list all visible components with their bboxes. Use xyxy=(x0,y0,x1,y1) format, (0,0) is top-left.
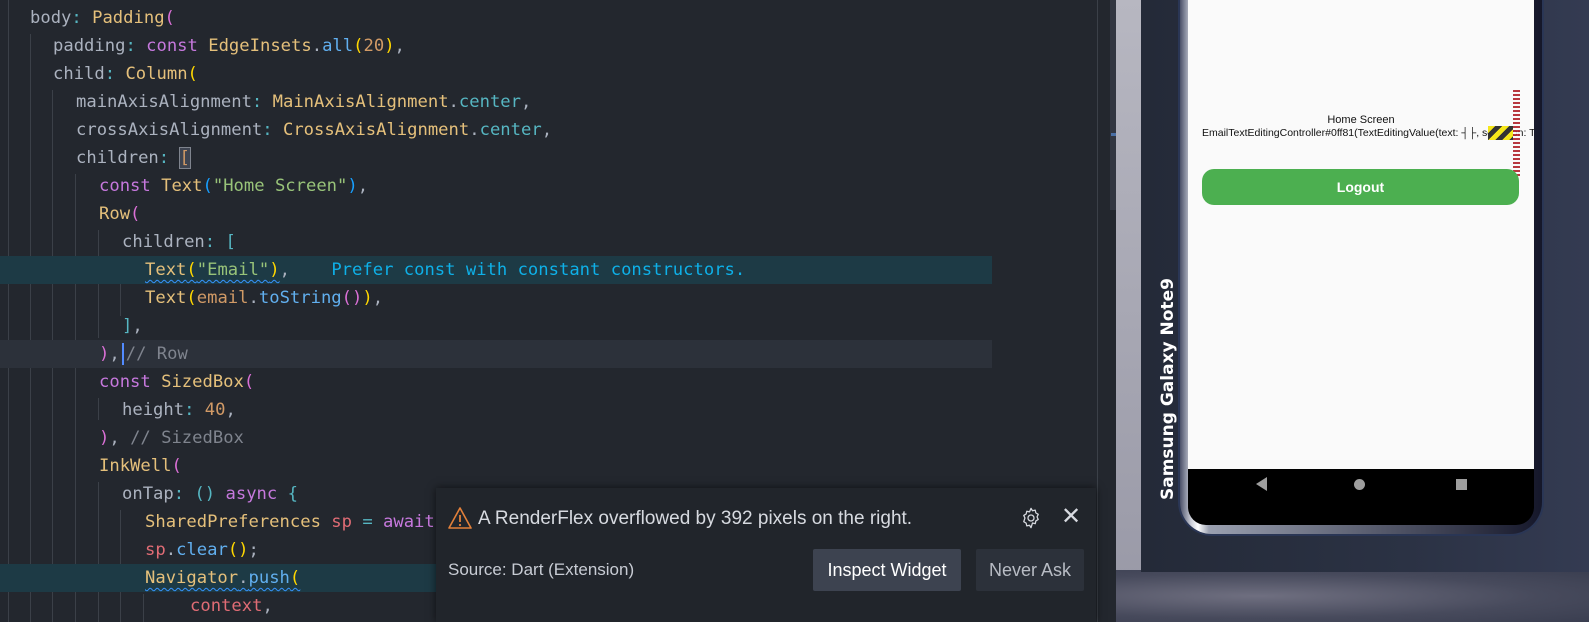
code-line[interactable]: ), // SizedBox xyxy=(0,424,1097,452)
code-line[interactable]: mainAxisAlignment: MainAxisAlignment.cen… xyxy=(0,88,1097,116)
close-icon[interactable]: ✕ xyxy=(1059,505,1083,529)
back-icon[interactable] xyxy=(1256,477,1267,491)
notification-source: Source: Dart (Extension) xyxy=(448,560,635,579)
email-row-text: EmailTextEditingController#0ff81(TextEdi… xyxy=(1202,127,1534,139)
code-line[interactable]: crossAxisAlignment: CrossAxisAlignment.c… xyxy=(0,116,1097,144)
inline-lint-hint: Prefer const with constant constructors. xyxy=(331,260,746,280)
text-cursor xyxy=(121,343,124,365)
notification-message: A RenderFlex overflowed by 392 pixels on… xyxy=(478,508,913,529)
code-line[interactable]: InkWell( xyxy=(0,452,1097,480)
logout-button[interactable]: Logout xyxy=(1202,169,1519,205)
recent-apps-icon[interactable] xyxy=(1456,479,1467,490)
code-line-current[interactable]: ),// Row xyxy=(0,340,992,368)
gear-icon[interactable] xyxy=(1020,507,1042,529)
code-line-with-hint[interactable]: Text("Email"), Prefer const with constan… xyxy=(0,256,992,284)
emulator-backdrop xyxy=(1116,570,1589,622)
code-line[interactable]: children: [ xyxy=(0,228,1097,256)
lint-warning-squiggle[interactable]: Text("Email") xyxy=(145,260,280,280)
code-line[interactable]: const Text("Home Screen"), xyxy=(0,172,1097,200)
warning-icon xyxy=(448,506,472,530)
inspect-widget-button[interactable]: Inspect Widget xyxy=(813,549,961,591)
overflow-indicator-stripes xyxy=(1488,126,1513,140)
code-line[interactable]: children: [ xyxy=(0,144,1097,172)
device-name-label: Samsung Galaxy Note9 xyxy=(1158,278,1178,500)
editor-divider xyxy=(1097,0,1098,622)
lint-warning-squiggle[interactable]: Navigator.push( xyxy=(145,568,300,588)
overflow-indicator-label xyxy=(1513,88,1520,176)
home-screen-title: Home Screen xyxy=(1327,114,1395,126)
never-ask-button[interactable]: Never Ask xyxy=(976,549,1084,591)
code-line[interactable]: child: Column( xyxy=(0,60,1097,88)
phone-screen[interactable] xyxy=(1188,0,1534,470)
home-icon[interactable] xyxy=(1354,479,1365,490)
code-line[interactable]: height: 40, xyxy=(0,396,1097,424)
overflow-notification: A RenderFlex overflowed by 392 pixels on… xyxy=(436,488,1096,622)
matched-bracket: [ xyxy=(178,147,191,169)
code-line[interactable]: Row( xyxy=(0,200,1097,228)
code-line[interactable]: body: Padding( xyxy=(0,4,1097,32)
android-nav-bar xyxy=(1188,469,1534,525)
code-line[interactable]: ], xyxy=(0,312,1097,340)
code-line[interactable]: padding: const EdgeInsets.all(20), xyxy=(0,32,1097,60)
code-line[interactable]: Text(email.toString()), xyxy=(0,284,1097,312)
code-line[interactable]: const SizedBox( xyxy=(0,368,1097,396)
